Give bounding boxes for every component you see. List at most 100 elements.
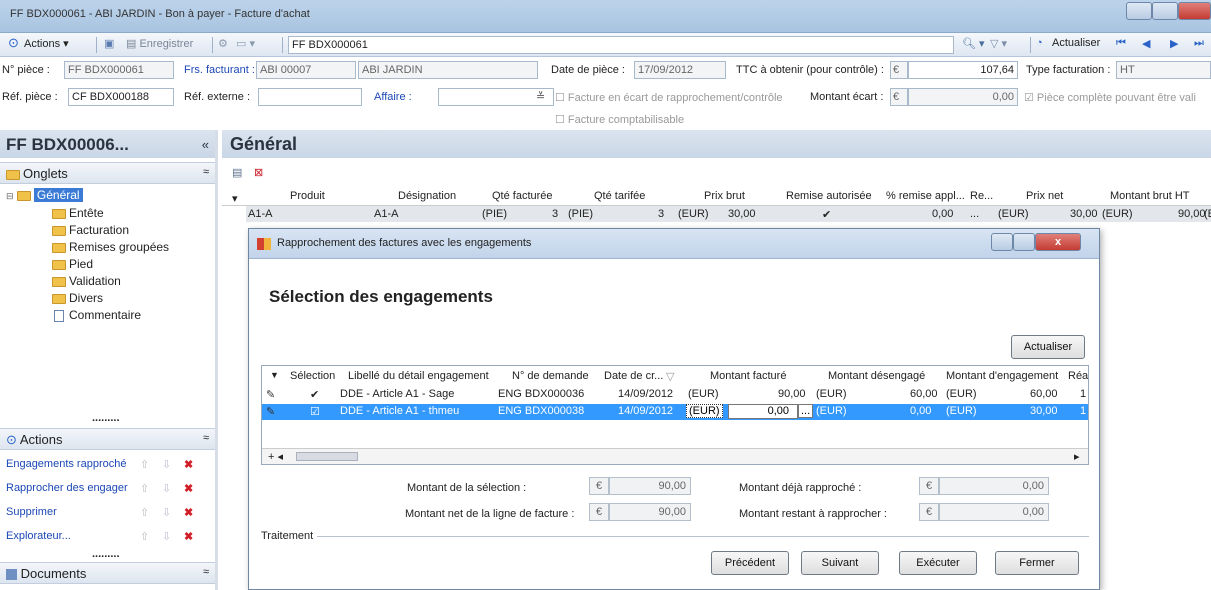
ellipsis-button[interactable]: ... — [798, 404, 814, 418]
tree-item-remises[interactable]: Remises groupées — [52, 240, 169, 254]
type-field[interactable]: HT — [1116, 61, 1211, 79]
actions-icon[interactable]: ⊙ — [8, 35, 19, 51]
last-record-icon[interactable]: ⏭ — [1194, 37, 1204, 50]
table-row-selected[interactable]: ✎ ☑ DDE - Article A1 - thmeu ENG BDX0000… — [262, 404, 1088, 420]
move-down-icon[interactable]: ⇩ — [162, 458, 171, 471]
execute-button[interactable]: Exécuter — [899, 551, 977, 575]
tree-item-entete[interactable]: Entête — [52, 206, 104, 220]
dialog-minimize-button[interactable] — [991, 233, 1013, 251]
scroll-left-icon[interactable]: + ◂ — [268, 450, 283, 463]
action-supprimer[interactable]: Supprimer — [6, 506, 57, 518]
close-button[interactable]: Fermer — [995, 551, 1079, 575]
refresh-icon[interactable]: ◔ — [1036, 37, 1043, 49]
dialog-maximize-button[interactable] — [1013, 233, 1035, 251]
remove-icon[interactable]: ✖ — [184, 530, 193, 543]
remove-icon[interactable]: ✖ — [184, 506, 193, 519]
ecart-field[interactable]: 0,00 — [908, 88, 1018, 106]
move-up-icon[interactable]: ⇧ — [140, 458, 149, 471]
row-select-checkbox[interactable]: ☑ — [310, 405, 320, 418]
action-explorateur[interactable]: Explorateur... — [6, 530, 71, 542]
ecart-checkbox[interactable]: ☐ Facture en écart de rapprochement/cont… — [555, 91, 783, 104]
splitter-grip[interactable]: ......... — [92, 548, 120, 560]
tree-item-pied[interactable]: Pied — [52, 257, 93, 271]
remise-autorisee-checkbox[interactable]: ✔ — [822, 208, 831, 221]
move-down-icon[interactable]: ⇩ — [162, 530, 171, 543]
date-field[interactable]: 17/09/2012 — [634, 61, 726, 79]
dialog-refresh-button[interactable]: Actualiser — [1011, 335, 1085, 359]
col-re[interactable]: Re... — [970, 190, 993, 202]
first-record-icon[interactable]: ⏮ — [1116, 37, 1126, 50]
move-down-icon[interactable]: ⇩ — [162, 482, 171, 495]
search-icon[interactable]: 🔍︎ ▾ — [962, 37, 985, 50]
num-piece-field[interactable]: FF BDX000061 — [64, 61, 174, 79]
col-demande[interactable]: N° de demande — [512, 370, 589, 382]
action-rapprocher-engagements[interactable]: Rapprocher des engager — [6, 482, 128, 494]
actions-section[interactable]: ⊙ Actions ≈ — [0, 428, 215, 450]
complete-checkbox[interactable]: ☑ Pièce complète pouvant être vali — [1024, 91, 1196, 104]
add-line-icon[interactable]: ▤ — [232, 166, 242, 179]
filter-icon[interactable]: ▽ ▾ — [990, 37, 1007, 50]
action-engagements-rapproches[interactable]: Engagements rapproché — [6, 458, 126, 470]
col-remise-autorisee[interactable]: Remise autorisée — [786, 190, 872, 202]
tools-icon[interactable]: ⚙ — [218, 37, 228, 50]
col-prix-net[interactable]: Prix net — [1026, 190, 1063, 202]
col-selection[interactable]: Sélection — [290, 370, 335, 382]
col-montant-desengage[interactable]: Montant désengagé — [828, 370, 925, 382]
affaire-dropdown-icon[interactable]: ≚ — [536, 90, 545, 103]
onglets-section[interactable]: Onglets ≈ — [0, 162, 215, 184]
col-rea[interactable]: Réa — [1068, 370, 1088, 382]
tree-item-divers[interactable]: Divers — [52, 291, 103, 305]
document-id-field[interactable]: FF BDX000061 — [288, 36, 954, 54]
move-up-icon[interactable]: ⇧ — [140, 506, 149, 519]
save-button[interactable]: ▤ Enregistrer — [126, 37, 193, 50]
next-record-icon[interactable]: ▶ — [1170, 37, 1178, 50]
next-button[interactable]: Suivant — [801, 551, 879, 575]
col-libelle[interactable]: Libellé du détail engagement — [348, 370, 489, 382]
refresh-button[interactable]: Actualiser — [1052, 37, 1100, 49]
col-qte-tarifee[interactable]: Qté tarifée — [594, 190, 645, 202]
col-qte-facturee[interactable]: Qté facturée — [492, 190, 553, 202]
minimize-button[interactable] — [1126, 2, 1152, 20]
collapse-icon[interactable]: ≈ — [203, 166, 209, 178]
tree-item-commentaire[interactable]: Commentaire — [52, 308, 141, 322]
table-row[interactable]: ✎ ✔ DDE - Article A1 - Sage ENG BDX00003… — [262, 388, 1088, 402]
col-montant-brut[interactable]: Montant brut HT — [1110, 190, 1189, 202]
montant-facture-input[interactable]: 0,00 — [728, 404, 798, 419]
ellipsis-button[interactable]: ... — [970, 208, 979, 220]
table-row[interactable]: A1-A A1-A (PIE) 3 (PIE) 3 (EUR) 30,00 ✔ … — [246, 206, 1211, 222]
ext-field[interactable] — [258, 88, 362, 106]
close-window-button[interactable] — [1178, 2, 1211, 20]
affaire-label[interactable]: Affaire : — [374, 91, 412, 103]
col-designation[interactable]: Désignation — [398, 190, 456, 202]
maximize-button[interactable] — [1152, 2, 1178, 20]
print-icon[interactable]: ▭ ▾ — [236, 37, 255, 50]
row-select-checkbox[interactable]: ✔ — [310, 388, 319, 401]
collapse-pane-icon[interactable]: « — [202, 137, 209, 152]
col-montant-facture[interactable]: Montant facturé — [710, 370, 786, 382]
previous-record-icon[interactable]: ◀ — [1142, 37, 1150, 50]
scroll-thumb[interactable] — [296, 452, 358, 461]
col-prix-brut[interactable]: Prix brut — [704, 190, 745, 202]
remove-icon[interactable]: ✖ — [184, 482, 193, 495]
remove-icon[interactable]: ✖ — [184, 458, 193, 471]
collapse-icon[interactable]: ≈ — [203, 566, 209, 578]
horizontal-scrollbar[interactable]: + ◂ ▸ — [262, 448, 1088, 464]
col-montant-engagement[interactable]: Montant d'engagement — [946, 370, 1058, 382]
tree-expander-icon[interactable]: ⊟ — [6, 191, 14, 201]
move-up-icon[interactable]: ⇧ — [140, 530, 149, 543]
frs-name-field[interactable]: ABI JARDIN — [358, 61, 538, 79]
col-remise-appliquee[interactable]: % remise appl... — [886, 190, 965, 202]
move-up-icon[interactable]: ⇧ — [140, 482, 149, 495]
tree-item-facturation[interactable]: Facturation — [52, 223, 129, 237]
col-produit[interactable]: Produit — [290, 190, 325, 202]
move-down-icon[interactable]: ⇩ — [162, 506, 171, 519]
tree-item-validation[interactable]: Validation — [52, 274, 121, 288]
ttc-field[interactable]: 107,64 — [908, 61, 1018, 79]
ref-field[interactable]: CF BDX000188 — [68, 88, 174, 106]
tree-item-general[interactable]: ⊟ Général — [6, 188, 83, 202]
dialog-close-button[interactable]: x — [1035, 233, 1081, 251]
compta-checkbox[interactable]: ☐ Facture comptabilisable — [555, 113, 684, 126]
collapse-icon[interactable]: ≈ — [203, 432, 209, 444]
frs-code-field[interactable]: ABI 00007 — [256, 61, 356, 79]
actions-menu[interactable]: Actions ▾ — [24, 37, 69, 50]
